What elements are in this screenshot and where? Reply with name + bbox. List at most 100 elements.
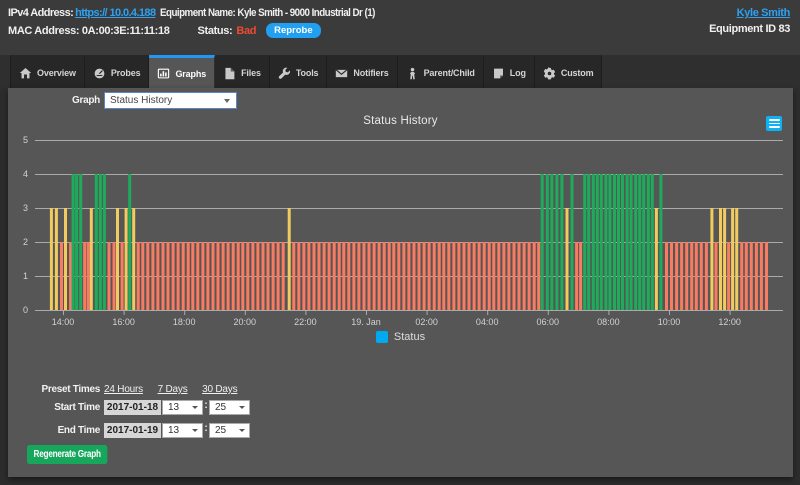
x-axis-label: 12:00 bbox=[718, 317, 741, 327]
graphs-panel: Graph Status History Status History 0123… bbox=[8, 88, 793, 477]
status-bar bbox=[665, 242, 668, 310]
user-link[interactable]: Kyle Smith bbox=[709, 7, 790, 19]
status-bar bbox=[596, 174, 599, 310]
start-minute-select[interactable]: 25 bbox=[209, 400, 250, 415]
preset-times-label: Preset Times bbox=[8, 384, 100, 395]
status-bar bbox=[592, 174, 595, 310]
status-bar bbox=[518, 242, 521, 310]
status-bar bbox=[638, 174, 641, 310]
status-bar bbox=[402, 242, 405, 310]
status-bar bbox=[328, 242, 331, 310]
status-bar bbox=[731, 208, 734, 310]
status-bar bbox=[103, 174, 106, 310]
reprobe-button[interactable]: Reprobe bbox=[266, 23, 321, 38]
tab-files[interactable]: Files bbox=[215, 55, 270, 88]
home-icon bbox=[19, 67, 32, 80]
status-bar bbox=[546, 174, 549, 310]
status-bar bbox=[630, 174, 633, 310]
chart-menu-button[interactable] bbox=[766, 116, 782, 131]
equipment-name: Equipment Name: Kyle Smith - 9000 Indust… bbox=[160, 7, 375, 19]
status-bar bbox=[378, 242, 381, 310]
status-bar bbox=[313, 242, 316, 310]
x-axis-label: 22:00 bbox=[294, 317, 317, 327]
regenerate-graph-button[interactable]: Regenerate Graph bbox=[27, 445, 107, 464]
start-hour-select[interactable]: 13 bbox=[162, 400, 203, 415]
status-bar bbox=[765, 242, 768, 310]
tab-label: Tools bbox=[296, 68, 319, 78]
end-hour-value: 13 bbox=[168, 425, 179, 436]
status-bar bbox=[146, 242, 149, 310]
status-bar bbox=[457, 242, 460, 310]
preset-7-days-link[interactable]: 7 Days bbox=[158, 384, 188, 395]
chart-legend[interactable]: Status bbox=[8, 331, 793, 343]
envelope-icon bbox=[335, 67, 348, 80]
status-bar bbox=[502, 242, 505, 310]
graph-select-value: Status History bbox=[110, 95, 172, 106]
start-date-input[interactable] bbox=[104, 400, 161, 415]
tab-probes[interactable]: Probes bbox=[85, 55, 150, 88]
status-bar bbox=[550, 174, 553, 310]
status-bar bbox=[206, 242, 209, 310]
status-bar bbox=[608, 174, 611, 310]
tab-custom[interactable]: Custom bbox=[535, 55, 603, 88]
graph-select[interactable]: Status History bbox=[104, 92, 237, 109]
end-hour-select[interactable]: 13 bbox=[162, 423, 203, 438]
status-bar bbox=[125, 208, 128, 310]
status-bar bbox=[621, 174, 624, 310]
status-bar bbox=[141, 242, 144, 310]
log-icon bbox=[492, 67, 505, 80]
status-bar bbox=[227, 242, 230, 310]
status-bar bbox=[83, 242, 86, 310]
status-bar bbox=[537, 242, 540, 310]
status-bar bbox=[507, 242, 510, 310]
file-icon bbox=[223, 67, 236, 80]
end-date-input[interactable] bbox=[104, 423, 161, 438]
status-bar bbox=[182, 242, 185, 310]
end-minute-value: 25 bbox=[215, 425, 226, 436]
status-bar bbox=[442, 242, 445, 310]
status-bar bbox=[90, 208, 93, 310]
status-bar bbox=[560, 174, 563, 310]
status-bar bbox=[413, 242, 416, 310]
status-bar bbox=[463, 242, 466, 310]
start-minute-value: 25 bbox=[215, 402, 226, 413]
end-minute-select[interactable]: 25 bbox=[209, 423, 250, 438]
preset-30-days-link[interactable]: 30 Days bbox=[202, 384, 237, 395]
tab-notifiers[interactable]: Notifiers bbox=[327, 55, 397, 88]
status-bar bbox=[647, 174, 650, 310]
tab-parent-child[interactable]: Parent/Child bbox=[398, 55, 484, 88]
ipv4-label: IPv4 Address: bbox=[8, 7, 73, 19]
tab-log[interactable]: Log bbox=[484, 55, 535, 88]
status-bar bbox=[338, 242, 341, 310]
status-bar bbox=[755, 242, 758, 310]
tab-graphs[interactable]: Graphs bbox=[149, 55, 215, 89]
status-bar bbox=[685, 242, 688, 310]
status-bar bbox=[79, 174, 82, 310]
status-bar bbox=[172, 242, 175, 310]
ipv4-address-link[interactable]: https:// 10.0.4.188 bbox=[75, 7, 155, 19]
status-bar bbox=[64, 208, 67, 310]
status-bar bbox=[318, 242, 321, 310]
status-bar bbox=[488, 242, 491, 310]
status-bar bbox=[60, 242, 63, 310]
status-bar bbox=[368, 242, 371, 310]
x-axis-label: 20:00 bbox=[234, 317, 257, 327]
status-bar bbox=[587, 174, 590, 310]
mac-label: MAC Address: bbox=[8, 25, 79, 37]
status-bar bbox=[128, 174, 131, 310]
status-bar bbox=[575, 242, 578, 310]
tab-label: Custom bbox=[561, 68, 594, 78]
status-bar bbox=[347, 242, 350, 310]
status-bar bbox=[705, 242, 708, 310]
preset-24-hours-link[interactable]: 24 Hours bbox=[104, 384, 143, 395]
x-axis-label: 08:00 bbox=[597, 317, 620, 327]
status-bar bbox=[523, 242, 526, 310]
tab-tools[interactable]: Tools bbox=[270, 55, 328, 88]
x-axis-label: 18:00 bbox=[173, 317, 196, 327]
status-bar bbox=[695, 242, 698, 310]
tab-overview[interactable]: Overview bbox=[10, 55, 85, 88]
status-bar bbox=[177, 242, 180, 310]
status-bar bbox=[277, 242, 280, 310]
tab-label: Notifiers bbox=[353, 68, 388, 78]
status-bar bbox=[137, 242, 140, 310]
